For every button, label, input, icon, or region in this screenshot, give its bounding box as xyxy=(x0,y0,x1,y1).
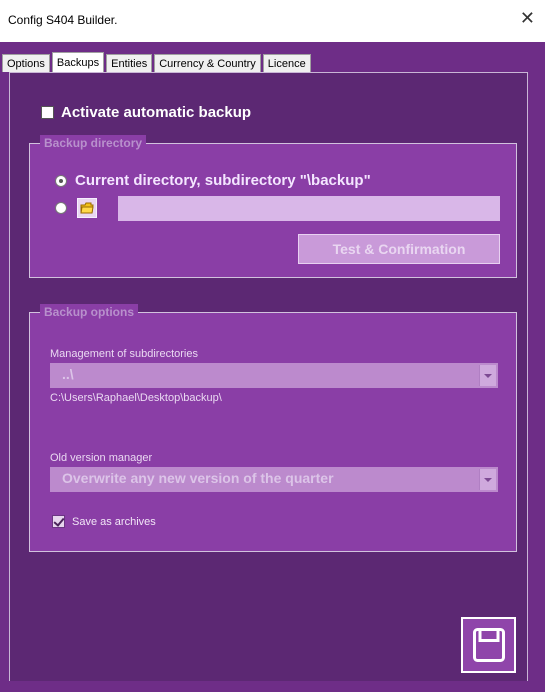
current-directory-label: Current directory, subdirectory "\backup… xyxy=(75,172,371,189)
tab-licence[interactable]: Licence xyxy=(262,54,311,72)
window-title: Config S404 Builder. xyxy=(8,13,118,27)
chevron-down-icon[interactable] xyxy=(479,469,496,490)
backup-directory-group: Backup directory Current directory, subd… xyxy=(29,135,517,278)
tab-options[interactable]: Options xyxy=(2,54,50,72)
tab-strip: Options Backups Entities Currency & Coun… xyxy=(2,52,313,72)
close-icon[interactable]: ✕ xyxy=(520,8,535,28)
tab-currency-country[interactable]: Currency & Country xyxy=(154,54,261,72)
subdirectories-select[interactable]: ..\ xyxy=(50,363,498,388)
backup-directory-legend: Backup directory xyxy=(40,135,147,151)
test-confirmation-button[interactable]: Test & Confirmation xyxy=(298,234,500,264)
current-directory-option[interactable]: Current directory, subdirectory "\backup… xyxy=(55,172,371,189)
old-version-manager-select[interactable]: Overwrite any new version of the quarter xyxy=(50,467,498,492)
activate-backup-label: Activate automatic backup xyxy=(61,104,252,121)
backup-options-legend: Backup options xyxy=(40,304,139,320)
old-version-manager-label: Old version manager xyxy=(50,452,153,464)
folder-icon xyxy=(80,202,94,214)
checkbox-box-checked[interactable] xyxy=(52,515,65,528)
activate-backup-checkbox[interactable]: Activate automatic backup xyxy=(41,104,251,121)
save-as-archives-label: Save as archives xyxy=(72,515,156,528)
subdirectories-label: Management of subdirectories xyxy=(50,348,198,360)
panel-bottom-edge xyxy=(9,681,528,686)
save-as-archives-checkbox[interactable]: Save as archives xyxy=(52,515,156,528)
checkbox-box[interactable] xyxy=(41,106,54,119)
current-directory-radio[interactable] xyxy=(55,174,67,187)
subdirectories-path: C:\Users\Raphael\Desktop\backup\ xyxy=(50,392,222,404)
title-bar: Config S404 Builder. ✕ xyxy=(0,0,545,42)
browse-folder-button[interactable] xyxy=(77,198,97,218)
floppy-disk-icon xyxy=(473,628,505,662)
custom-directory-radio[interactable] xyxy=(55,202,67,214)
backup-options-group: Backup options Management of subdirector… xyxy=(29,304,517,552)
custom-directory-option[interactable] xyxy=(55,198,97,218)
custom-directory-input[interactable] xyxy=(118,196,500,221)
tab-entities[interactable]: Entities xyxy=(106,54,153,72)
chevron-down-icon[interactable] xyxy=(479,365,496,386)
old-version-manager-value: Overwrite any new version of the quarter xyxy=(62,470,334,486)
save-button[interactable] xyxy=(461,617,516,673)
subdirectories-value: ..\ xyxy=(62,366,74,382)
tab-backups[interactable]: Backups xyxy=(51,52,105,72)
